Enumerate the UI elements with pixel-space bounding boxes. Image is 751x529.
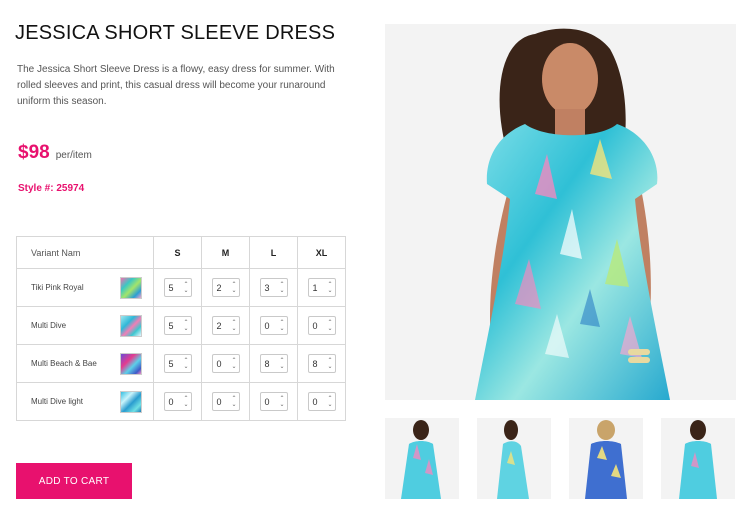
- variant-quantity-table: Variant Nam S M L XL Tiki Pink Royal 5 ⌃ ⌄…: [16, 236, 346, 421]
- variant-name: Multi Beach & Bae: [16, 344, 109, 383]
- size-header-xl: XL: [297, 236, 346, 269]
- size-header-s: S: [153, 236, 202, 269]
- chevron-down-icon[interactable]: ⌄: [327, 402, 332, 408]
- thumbnail-alt-print[interactable]: [569, 418, 643, 499]
- size-header-m: M: [201, 236, 250, 269]
- thumbnail-front[interactable]: [385, 418, 459, 499]
- chevron-down-icon[interactable]: ⌄: [183, 402, 188, 408]
- quantity-stepper[interactable]: 8 ⌃ ⌄: [259, 354, 288, 373]
- thumbnail-image: [385, 418, 459, 499]
- thumbnail-side[interactable]: [477, 418, 551, 499]
- chevron-down-icon[interactable]: ⌄: [279, 364, 284, 370]
- size-header-l: L: [249, 236, 298, 269]
- table-row: Multi Dive 5 ⌃ ⌄ 2 ⌃ ⌄ 0 ⌃ ⌄ 0 ⌃ ⌄: [16, 306, 346, 345]
- quantity-stepper[interactable]: 0 ⌃ ⌄: [211, 392, 240, 411]
- chevron-down-icon[interactable]: ⌄: [279, 326, 284, 332]
- quantity-stepper[interactable]: 2 ⌃ ⌄: [211, 278, 240, 297]
- quantity-stepper[interactable]: 8 ⌃ ⌄: [307, 354, 336, 373]
- variant-swatch: [119, 276, 142, 299]
- variant-name-header: Variant Nam: [16, 236, 109, 269]
- chevron-down-icon[interactable]: ⌄: [327, 326, 332, 332]
- thumbnail-image: [661, 418, 735, 499]
- chevron-down-icon[interactable]: ⌄: [183, 326, 188, 332]
- quantity-stepper[interactable]: 2 ⌃ ⌄: [211, 316, 240, 335]
- thumbnail-back[interactable]: [661, 418, 735, 499]
- quantity-stepper[interactable]: 0 ⌃ ⌄: [211, 354, 240, 373]
- product-description: The Jessica Short Sleeve Dress is a flow…: [17, 64, 335, 107]
- quantity-stepper[interactable]: 0 ⌃ ⌄: [259, 392, 288, 411]
- chevron-down-icon[interactable]: ⌄: [279, 288, 284, 294]
- variant-name: Multi Dive light: [16, 382, 109, 421]
- swatch-header: [108, 236, 154, 269]
- add-to-cart-button[interactable]: ADD TO CART: [16, 463, 132, 499]
- table-row: Multi Beach & Bae 5 ⌃ ⌄ 0 ⌃ ⌄ 8 ⌃ ⌄ 8 ⌃ ⌄: [16, 344, 346, 383]
- table-row: Multi Dive light 0 ⌃ ⌄ 0 ⌃ ⌄ 0 ⌃ ⌄ 0 ⌃ ⌄: [16, 382, 346, 421]
- thumbnail-image: [477, 418, 551, 499]
- quantity-stepper[interactable]: 0 ⌃ ⌄: [259, 316, 288, 335]
- quantity-stepper[interactable]: 5 ⌃ ⌄: [163, 278, 192, 297]
- chevron-down-icon[interactable]: ⌄: [231, 402, 236, 408]
- chevron-down-icon[interactable]: ⌄: [183, 364, 188, 370]
- quantity-stepper[interactable]: 0 ⌃ ⌄: [307, 316, 336, 335]
- price: $98: [18, 142, 50, 163]
- quantity-stepper[interactable]: 3 ⌃ ⌄: [259, 278, 288, 297]
- quantity-stepper[interactable]: 5 ⌃ ⌄: [163, 316, 192, 335]
- table-row: Tiki Pink Royal 5 ⌃ ⌄ 2 ⌃ ⌄ 3 ⌃ ⌄ 1 ⌃ ⌄: [16, 268, 346, 307]
- price-row: $98 per/item: [18, 142, 92, 164]
- table-header-row: Variant Nam S M L XL: [16, 236, 346, 269]
- variant-swatch: [119, 390, 142, 413]
- product-main-image: [385, 24, 736, 400]
- chevron-down-icon[interactable]: ⌄: [231, 288, 236, 294]
- quantity-stepper[interactable]: 0 ⌃ ⌄: [307, 392, 336, 411]
- page-title: JESSICA SHORT SLEEVE DRESS: [15, 22, 336, 44]
- chevron-down-icon[interactable]: ⌄: [327, 364, 332, 370]
- style-number: Style #: 25974: [18, 183, 85, 194]
- chevron-down-icon[interactable]: ⌄: [183, 288, 188, 294]
- price-unit: per/item: [55, 150, 92, 161]
- variant-name: Multi Dive: [16, 306, 109, 345]
- dress-model-illustration: [385, 24, 736, 400]
- variant-swatch: [119, 352, 142, 375]
- chevron-down-icon[interactable]: ⌄: [327, 288, 332, 294]
- variant-swatch: [119, 314, 142, 337]
- quantity-stepper[interactable]: 0 ⌃ ⌄: [163, 392, 192, 411]
- chevron-down-icon[interactable]: ⌄: [231, 364, 236, 370]
- thumbnail-image: [569, 418, 643, 499]
- chevron-down-icon[interactable]: ⌄: [231, 326, 236, 332]
- quantity-stepper[interactable]: 5 ⌃ ⌄: [163, 354, 192, 373]
- chevron-down-icon[interactable]: ⌄: [279, 402, 284, 408]
- quantity-stepper[interactable]: 1 ⌃ ⌄: [307, 278, 336, 297]
- variant-name: Tiki Pink Royal: [16, 268, 109, 307]
